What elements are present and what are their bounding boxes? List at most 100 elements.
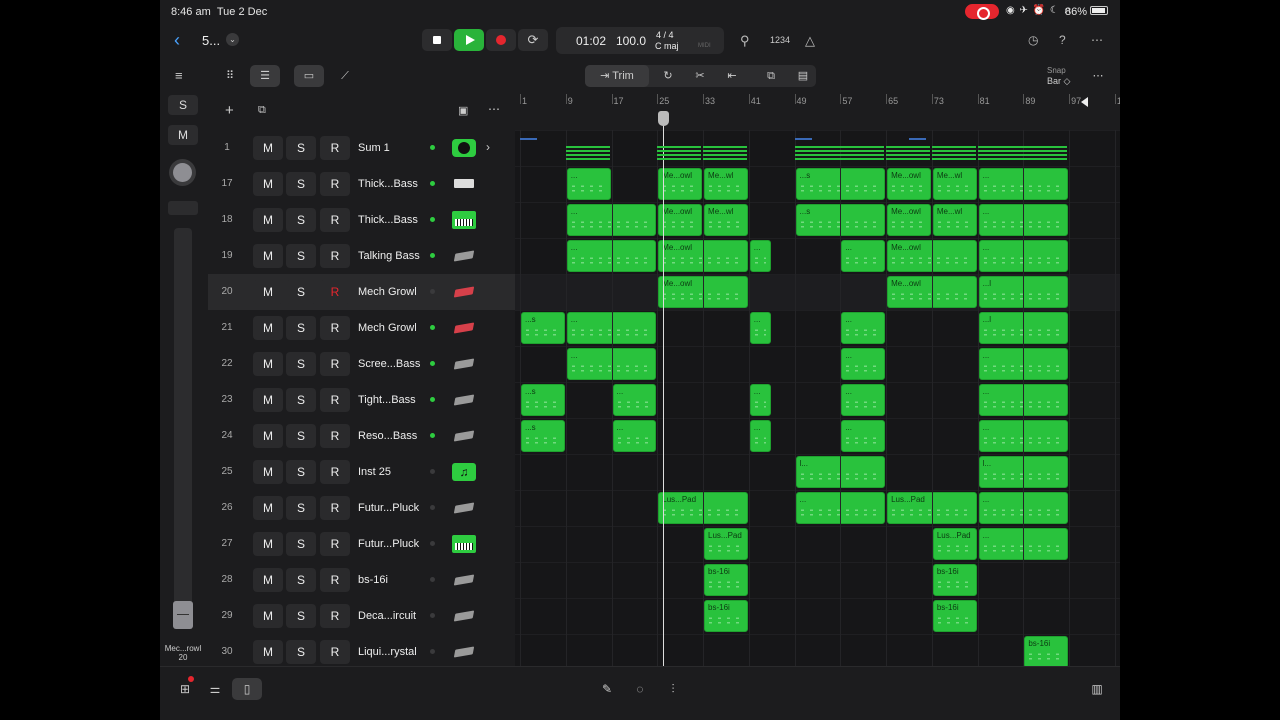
midi-region[interactable]: ...s <box>521 312 565 344</box>
grid-view-icon[interactable]: ⠿ <box>216 65 244 87</box>
instrument-icon[interactable] <box>452 319 476 337</box>
solo-button[interactable]: S <box>286 244 316 268</box>
join-tool-icon[interactable]: ⇤ <box>716 65 748 87</box>
record-arm-button[interactable]: R <box>320 604 350 628</box>
track-row[interactable]: 28 M S Rbs-16i <box>208 562 515 598</box>
mute-button[interactable]: M <box>253 136 283 160</box>
record-arm-button[interactable]: R <box>320 424 350 448</box>
track-name[interactable]: Tight...Bass <box>358 394 416 406</box>
track-name[interactable]: Thick...Bass <box>358 178 418 190</box>
track-name[interactable]: Liqui...rystal <box>358 646 417 658</box>
mute-button[interactable]: M <box>253 424 283 448</box>
mute-button[interactable]: M <box>253 280 283 304</box>
midi-region[interactable]: Lus...Pad <box>704 528 748 560</box>
track-name[interactable]: Talking Bass <box>358 250 420 262</box>
volume-fader-track[interactable] <box>174 228 192 628</box>
back-icon[interactable]: ‹ <box>174 30 180 51</box>
track-row[interactable]: 23 M S R Tight...Bass <box>208 382 515 418</box>
track-name[interactable]: Futur...Pluck <box>358 538 419 550</box>
undo-history-icon[interactable]: ◷ <box>1028 33 1038 47</box>
track-row[interactable]: 17 M S R Thick...Bass <box>208 166 515 202</box>
instrument-icon[interactable] <box>452 535 476 553</box>
record-arm-button[interactable]: R <box>320 568 350 592</box>
solo-button[interactable]: S <box>286 208 316 232</box>
loop-end-marker[interactable] <box>1081 97 1088 107</box>
mixer-icon[interactable]: ⚌ <box>200 678 230 700</box>
midi-region[interactable]: ... <box>841 384 886 416</box>
solo-button[interactable]: S <box>286 532 316 556</box>
midi-region[interactable]: Me...wl <box>932 168 977 200</box>
track-row[interactable]: 20 M S R Mech Growl <box>208 274 515 310</box>
track-lane[interactable] <box>515 598 1120 634</box>
track-name[interactable]: Reso...Bass <box>358 430 417 442</box>
record-arm-button[interactable]: R <box>320 136 350 160</box>
mute-button[interactable]: M <box>253 460 283 484</box>
mute-button[interactable]: M <box>253 568 283 592</box>
instrument-icon[interactable] <box>452 499 476 517</box>
region-view-icon[interactable]: ▭ <box>294 65 324 87</box>
record-arm-button[interactable]: R <box>320 640 350 664</box>
solo-button[interactable]: S <box>286 604 316 628</box>
midi-region[interactable]: Me...wl <box>704 204 748 236</box>
track-name[interactable]: Mech Growl <box>358 286 417 298</box>
pan-knob[interactable] <box>169 159 196 186</box>
track-row[interactable]: 26 M S R Futur...Pluck <box>208 490 515 526</box>
chevron-down-icon[interactable]: ⌄ <box>226 33 239 46</box>
more-icon[interactable]: ⋯ <box>1091 33 1103 47</box>
timeline[interactable]: 1 9 17 25 33 41 49 57 65 73 81 89 97 10 ... Me...owl Me… <box>515 94 1120 666</box>
project-name[interactable]: 5... <box>202 33 220 48</box>
midi-region[interactable]: Me...owl <box>887 168 931 200</box>
mute-button[interactable]: M <box>168 125 198 145</box>
track-name[interactable]: Futur...Pluck <box>358 502 419 514</box>
instrument-icon[interactable] <box>452 391 476 409</box>
mute-button[interactable]: M <box>253 316 283 340</box>
smart-controls-icon[interactable]: ◌ <box>625 678 655 700</box>
copy-icon[interactable]: ⧉ <box>756 65 786 87</box>
lcd-display[interactable]: 01:02 100.0 4 / 4 C maj MIDI <box>556 27 724 54</box>
track-row[interactable]: 29 M S R Deca...ircuit <box>208 598 515 634</box>
record-arm-button[interactable]: R <box>320 316 350 340</box>
play-button[interactable] <box>454 29 484 51</box>
midi-region[interactable]: Me...wl <box>932 204 977 236</box>
duplicate-track-icon[interactable]: ⧉ <box>258 104 266 117</box>
track-settings-icon[interactable]: ▣ <box>458 104 468 117</box>
more-icon[interactable]: ⋯ <box>488 102 500 116</box>
record-arm-button[interactable]: R <box>320 352 350 376</box>
instrument-icon[interactable] <box>452 283 476 301</box>
track-row[interactable]: 1 M S R Sum 1 › <box>208 130 515 166</box>
ruler[interactable]: 1 9 17 25 33 41 49 57 65 73 81 89 97 10 <box>515 94 1120 130</box>
midi-region[interactable]: Me...owl <box>887 204 931 236</box>
add-track-icon[interactable]: + <box>225 102 234 119</box>
record-button[interactable] <box>486 29 516 51</box>
midi-region[interactable]: ... <box>841 240 886 272</box>
solo-button[interactable]: S <box>286 460 316 484</box>
keyboard-icon[interactable]: ▥ <box>1082 678 1112 700</box>
solo-button[interactable]: S <box>286 496 316 520</box>
record-arm-button[interactable]: R <box>320 388 350 412</box>
help-icon[interactable]: ? <box>1059 33 1066 47</box>
midi-region[interactable]: ... <box>749 420 771 452</box>
instrument-icon[interactable] <box>452 139 476 157</box>
instrument-icon[interactable] <box>452 247 476 265</box>
more-icon[interactable]: ⋯ <box>1085 65 1111 87</box>
instrument-icon[interactable] <box>452 571 476 589</box>
midi-region[interactable]: ... <box>841 348 886 380</box>
mute-button[interactable]: M <box>253 244 283 268</box>
solo-button[interactable]: S <box>286 352 316 376</box>
stop-button[interactable] <box>422 29 452 51</box>
track-lane[interactable] <box>515 130 1120 166</box>
instrument-icon[interactable] <box>452 427 476 445</box>
track-row[interactable]: 21 M S R Mech Growl <box>208 310 515 346</box>
track-name[interactable]: Deca...ircuit <box>358 610 416 622</box>
instrument-icon[interactable] <box>452 355 476 373</box>
track-row[interactable]: 18 M S R Thick...Bass <box>208 202 515 238</box>
solo-button[interactable]: S <box>286 172 316 196</box>
mute-button[interactable]: M <box>253 604 283 628</box>
track-row[interactable]: 30 M S R Liqui...rystal <box>208 634 515 670</box>
solo-button[interactable]: S <box>286 316 316 340</box>
midi-region[interactable]: ... <box>749 312 771 344</box>
mute-button[interactable]: M <box>253 640 283 664</box>
midi-region[interactable]: bs-16i <box>1024 636 1069 666</box>
track-row[interactable]: 22 M S R Scree...Bass <box>208 346 515 382</box>
editor-icon[interactable]: ▯ <box>232 678 262 700</box>
